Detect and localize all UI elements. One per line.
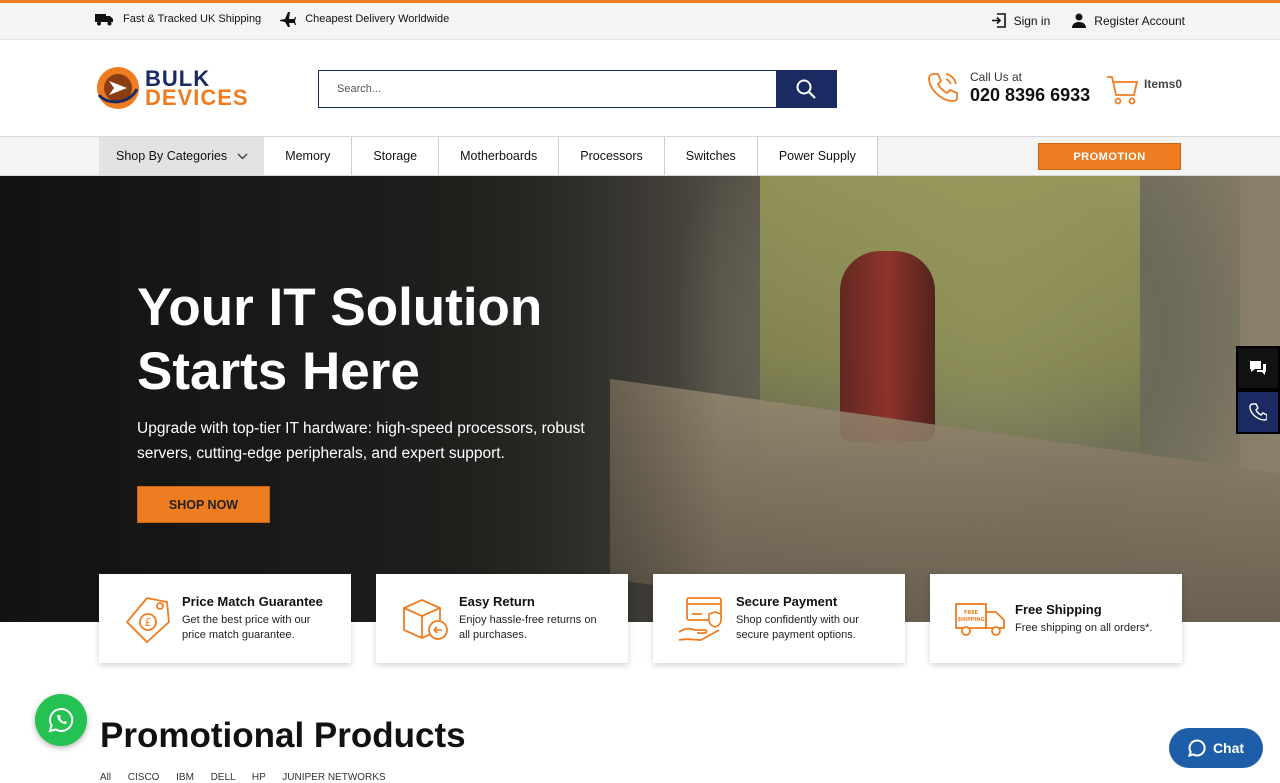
register-account-label: Register Account xyxy=(1094,13,1185,28)
feature-card-easy-return: Easy Return Enjoy hassle-free returns on… xyxy=(376,574,628,663)
uk-shipping-note: Fast & Tracked UK Shipping xyxy=(95,11,261,27)
call-us-label: Call Us at xyxy=(970,70,1023,84)
promotional-products-heading: Promotional Products xyxy=(100,716,466,755)
side-phone-button[interactable] xyxy=(1236,390,1280,434)
main-nav: Shop By Categories Memory Storage Mother… xyxy=(0,137,1280,176)
feature-title: Secure Payment xyxy=(736,594,838,609)
feature-desc: Get the best price with our price match … xyxy=(182,614,311,641)
svg-text:FREE: FREE xyxy=(964,610,979,616)
logo-text-devices: DEVICES xyxy=(145,85,249,110)
search-button[interactable] xyxy=(776,71,836,107)
search-input[interactable] xyxy=(319,71,776,107)
truck-icon xyxy=(95,14,113,26)
search-icon xyxy=(796,79,816,99)
chevron-down-icon xyxy=(237,153,248,159)
cart-button[interactable]: Items0 xyxy=(1106,73,1182,107)
feature-title: Easy Return xyxy=(459,594,535,609)
site-logo[interactable]: BULK DEVICES xyxy=(95,65,249,111)
cart-label: Items xyxy=(1144,77,1176,91)
whatsapp-icon xyxy=(48,707,74,733)
secure-payment-icon xyxy=(678,596,722,641)
promotion-button[interactable]: PROMOTION xyxy=(1038,143,1181,170)
nav-item-switches[interactable]: Switches xyxy=(664,137,758,175)
logo-emblem-icon xyxy=(97,67,139,109)
phone-number: 020 8396 6933 xyxy=(970,85,1091,105)
sign-in-label: Sign in xyxy=(1013,13,1051,28)
top-bar: Fast & Tracked UK Shipping Cheapest Deli… xyxy=(0,0,1280,40)
search-bar xyxy=(318,70,837,108)
feature-title: Price Match Guarantee xyxy=(182,594,323,609)
worldwide-delivery-note: Cheapest Delivery Worldwide xyxy=(279,11,449,27)
nav-item-power-supply[interactable]: Power Supply xyxy=(757,137,878,175)
feature-desc: Enjoy hassle-free returns on all purchas… xyxy=(459,614,597,641)
sign-in-icon xyxy=(991,13,1006,28)
register-account-link[interactable]: Register Account xyxy=(1072,13,1185,28)
feature-cards: £ Price Match Guarantee Get the best pri… xyxy=(99,574,1182,663)
return-box-icon xyxy=(403,598,448,640)
feature-desc: Free shipping on all orders*. xyxy=(1015,621,1153,634)
user-icon xyxy=(1072,13,1087,28)
cart-count: 0 xyxy=(1175,77,1183,91)
uk-shipping-text: Fast & Tracked UK Shipping xyxy=(123,13,262,25)
nav-item-storage[interactable]: Storage xyxy=(352,137,440,175)
svg-text:SHIPPING: SHIPPING xyxy=(957,617,984,623)
brand-filter-tabs[interactable]: All CISCO IBM DELL HP JUNIPER NETWORKS xyxy=(100,772,386,783)
live-chat-button[interactable]: Chat xyxy=(1169,728,1263,768)
shop-by-categories-dropdown[interactable]: Shop By Categories xyxy=(99,137,265,175)
phone-icon xyxy=(928,73,958,102)
whatsapp-button[interactable] xyxy=(35,694,87,746)
chat-bubble-icon xyxy=(1187,739,1206,757)
hero-banner: Your IT Solution Starts Here Upgrade wit… xyxy=(0,176,1280,622)
shop-now-button[interactable]: SHOP NOW xyxy=(137,486,270,523)
feature-title: Free Shipping xyxy=(1015,601,1102,617)
price-tag-icon: £ xyxy=(125,596,170,643)
nav-item-processors[interactable]: Processors xyxy=(559,137,665,175)
hero-title: Your IT Solution Starts Here xyxy=(137,278,543,401)
airplane-icon xyxy=(280,12,297,27)
nav-item-memory[interactable]: Memory xyxy=(264,137,353,175)
cart-icon xyxy=(1107,76,1139,105)
call-us-block[interactable]: Call Us at 020 8396 6933 xyxy=(926,70,1090,106)
phone-outline-icon xyxy=(1249,403,1267,421)
feature-card-free-shipping: FREE SHIPPING Free Shipping Free shippin… xyxy=(930,574,1182,663)
side-chat-button[interactable] xyxy=(1236,346,1280,390)
site-header: BULK DEVICES Call Us at 020 8396 6933 It… xyxy=(0,40,1280,137)
svg-text:£: £ xyxy=(145,616,152,629)
worldwide-delivery-text: Cheapest Delivery Worldwide xyxy=(305,13,450,25)
chat-label: Chat xyxy=(1212,740,1245,756)
feature-card-secure-payment: Secure Payment Shop confidently with our… xyxy=(653,574,905,663)
feature-desc: Shop confidently with our secure payment… xyxy=(736,614,859,641)
chat-bubbles-icon xyxy=(1250,361,1266,375)
shop-by-categories-label: Shop By Categories xyxy=(116,149,228,163)
delivery-truck-icon: FREE SHIPPING xyxy=(955,602,1005,636)
feature-card-price-match: £ Price Match Guarantee Get the best pri… xyxy=(99,574,351,663)
sign-in-link[interactable]: Sign in xyxy=(991,13,1051,28)
hero-subtitle: Upgrade with top-tier IT hardware: high-… xyxy=(137,420,585,462)
nav-item-motherboards[interactable]: Motherboards xyxy=(439,137,560,175)
